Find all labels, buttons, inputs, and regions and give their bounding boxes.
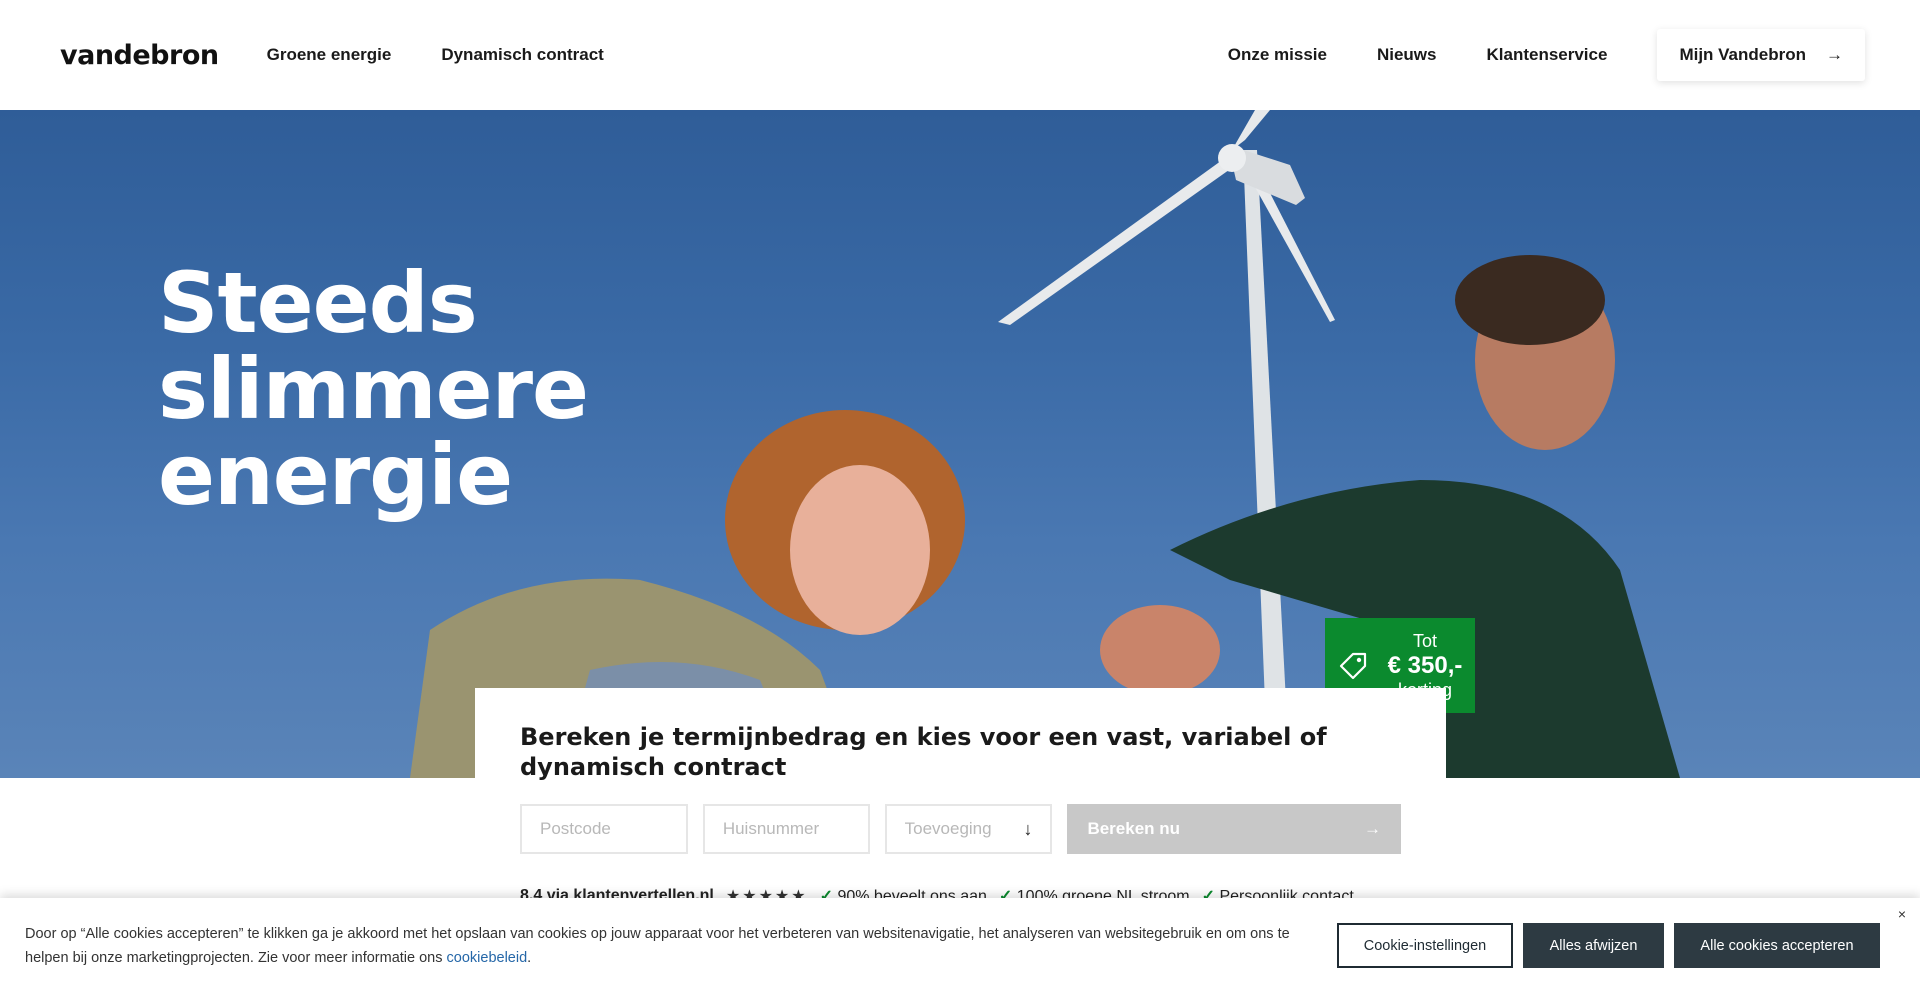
cookie-message: Door op “Alle cookies accepteren” te kli…: [25, 925, 1290, 966]
mijn-vandebron-label: Mijn Vandebron: [1679, 45, 1806, 64]
man-hair: [1455, 255, 1605, 345]
hero-title-line: Steeds: [158, 254, 478, 352]
turbine-hub: [1218, 144, 1246, 172]
close-icon[interactable]: ×: [1898, 906, 1906, 922]
nav-groene-energie[interactable]: Groene energie: [267, 45, 392, 65]
reject-all-button[interactable]: Alles afwijzen: [1523, 923, 1664, 968]
arrow-down-icon: ↓: [1023, 818, 1033, 839]
arrow-right-icon: →: [1826, 45, 1843, 64]
turbine-tower: [1243, 150, 1290, 778]
cookie-buttons: Cookie-instellingen Alles afwijzen Alle …: [1337, 923, 1880, 968]
arrow-right-icon: →: [1364, 819, 1381, 838]
cookie-settings-button[interactable]: Cookie-instellingen: [1337, 923, 1513, 968]
mijn-vandebron-button[interactable]: Mijn Vandebron →: [1657, 29, 1865, 81]
bereken-nu-label: Bereken nu: [1087, 819, 1181, 838]
holding-hands: [1100, 605, 1220, 695]
girl-face: [790, 465, 930, 635]
cookie-text-suffix: .: [527, 949, 532, 966]
accept-all-button[interactable]: Alle cookies accepteren: [1674, 923, 1880, 968]
nav-left: Groene energie Dynamisch contract: [267, 45, 604, 65]
nav-nieuws[interactable]: Nieuws: [1377, 45, 1437, 65]
turbine-blade-left: [998, 158, 1236, 325]
nav-onze-missie[interactable]: Onze missie: [1228, 45, 1327, 65]
hero-title-line: energie: [158, 426, 513, 524]
calculator-title: Bereken je termijnbedrag en kies voor ee…: [520, 723, 1327, 781]
cookie-text: Door op “Alle cookies accepteren” te kli…: [25, 922, 1337, 970]
cookie-banner: Door op “Alle cookies accepteren” te kli…: [0, 898, 1920, 993]
calculator-form: Postcode Huisnummer Toevoeging ↓ Bereken…: [520, 804, 1401, 854]
hero-section: Steeds slimmere energie: [0, 110, 1920, 778]
toevoeging-placeholder: Toevoeging: [904, 819, 992, 838]
nav-dynamisch-contract[interactable]: Dynamisch contract: [441, 45, 604, 65]
huisnummer-input[interactable]: Huisnummer: [702, 804, 870, 854]
hero-title-line: slimmere: [158, 340, 589, 438]
price-tag-icon: [1339, 652, 1367, 679]
turbine-blade-up: [1232, 110, 1270, 150]
bereken-nu-button[interactable]: Bereken nu →: [1067, 804, 1401, 854]
nav-right: Onze missie Nieuws Klantenservice Mijn V…: [1228, 29, 1865, 81]
toevoeging-select[interactable]: Toevoeging ↓: [884, 804, 1053, 854]
badge-line-tot: Tot: [1412, 630, 1437, 651]
badge-amount: € 350,-: [1387, 651, 1463, 679]
postcode-input[interactable]: Postcode: [520, 804, 688, 854]
hero-title: Steeds slimmere energie: [158, 254, 589, 524]
site-header: vandebron Groene energie Dynamisch contr…: [0, 0, 1920, 110]
vandebron-logo[interactable]: vandebron: [60, 40, 219, 71]
cookiebeleid-link[interactable]: cookiebeleid: [447, 950, 528, 966]
nav-klantenservice[interactable]: Klantenservice: [1486, 45, 1607, 65]
